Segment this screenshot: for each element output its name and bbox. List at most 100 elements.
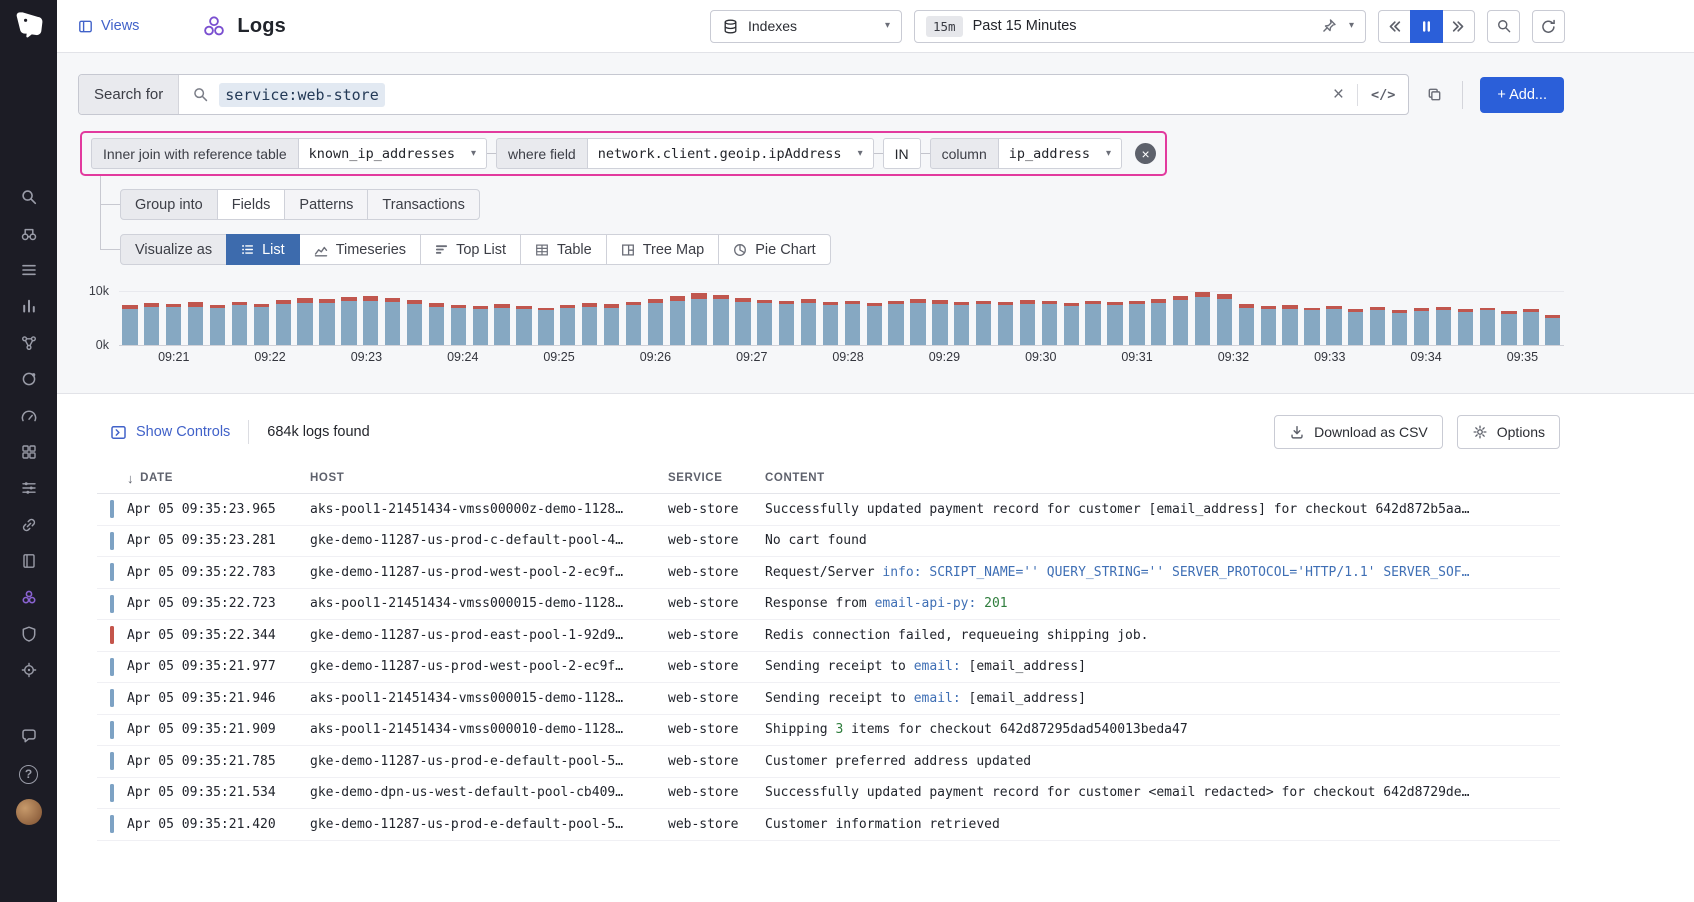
tab-fields[interactable]: Fields (217, 189, 286, 220)
table-row[interactable]: Apr 05 09:35:21.534gke-demo-dpn-us-west-… (97, 778, 1560, 810)
histogram-bar[interactable] (820, 291, 842, 345)
sidebar-item-notebooks[interactable] (0, 543, 57, 579)
histogram-bar[interactable] (185, 291, 207, 345)
sidebar-item-performance[interactable] (0, 397, 57, 433)
clear-query-button[interactable]: × (1333, 85, 1344, 104)
sidebar-item-service-map[interactable] (0, 507, 57, 543)
pause-button[interactable] (1410, 10, 1443, 43)
histogram-bar[interactable] (557, 291, 579, 345)
histogram-bar[interactable] (688, 291, 710, 345)
histogram-bar[interactable] (228, 291, 250, 345)
histogram-bar[interactable] (1126, 291, 1148, 345)
table-row[interactable]: Apr 05 09:35:22.723aks-pool1-21451434-vm… (97, 589, 1560, 621)
histogram-bar[interactable] (666, 291, 688, 345)
viz-option-table[interactable]: Table (520, 234, 607, 265)
pin-icon[interactable] (1321, 18, 1337, 34)
table-row[interactable]: Apr 05 09:35:23.965aks-pool1-21451434-vm… (97, 494, 1560, 526)
histogram-bar[interactable] (1454, 291, 1476, 345)
refresh-button[interactable] (1532, 10, 1565, 43)
fast-forward-button[interactable] (1442, 10, 1475, 43)
histogram-bar[interactable] (513, 291, 535, 345)
sidebar-item-infrastructure[interactable] (0, 434, 57, 470)
code-view-toggle[interactable]: </> (1371, 87, 1395, 103)
histogram-bar[interactable] (644, 291, 666, 345)
histogram-bar[interactable] (1235, 291, 1257, 345)
tab-transactions[interactable]: Transactions (367, 189, 479, 220)
histogram-bar[interactable] (1411, 291, 1433, 345)
histogram-bar[interactable] (1060, 291, 1082, 345)
sidebar-item-support-chat[interactable] (0, 718, 57, 754)
tab-patterns[interactable]: Patterns (284, 189, 368, 220)
histogram-bar[interactable] (1279, 291, 1301, 345)
sidebar-item-metrics[interactable] (0, 288, 57, 324)
histogram-bar[interactable] (382, 291, 404, 345)
views-button[interactable]: Views (78, 18, 139, 34)
histogram-bar[interactable] (710, 291, 732, 345)
sidebar-item-watchdog[interactable] (0, 215, 57, 251)
histogram-bar[interactable] (119, 291, 141, 345)
sidebar-item-error-tracking[interactable] (0, 652, 57, 688)
histogram-bar[interactable] (360, 291, 382, 345)
histogram-bar[interactable] (1214, 291, 1236, 345)
histogram-bar[interactable] (601, 291, 623, 345)
sidebar-item-logs[interactable] (0, 579, 57, 615)
copy-query-button[interactable] (1415, 76, 1453, 114)
histogram-bar[interactable] (1323, 291, 1345, 345)
sidebar-item-network[interactable] (0, 325, 57, 361)
chevron-down-icon[interactable]: ▾ (1349, 21, 1354, 31)
viz-option-pie-chart[interactable]: Pie Chart (718, 234, 830, 265)
histogram-bar[interactable] (1476, 291, 1498, 345)
options-button[interactable]: Options (1457, 415, 1560, 449)
histogram-bar[interactable] (1017, 291, 1039, 345)
histogram-bar[interactable] (250, 291, 272, 345)
histogram-bar[interactable] (316, 291, 338, 345)
histogram-bar[interactable] (404, 291, 426, 345)
histogram-bar[interactable] (798, 291, 820, 345)
histogram-bar[interactable] (1038, 291, 1060, 345)
histogram-bar[interactable] (1301, 291, 1323, 345)
histogram-bar[interactable] (863, 291, 885, 345)
histogram-bar[interactable] (272, 291, 294, 345)
viz-option-top-list[interactable]: Top List (420, 234, 521, 265)
zoom-button[interactable] (1487, 10, 1520, 43)
histogram-bar[interactable] (1082, 291, 1104, 345)
histogram-bar[interactable] (1148, 291, 1170, 345)
histogram-bar[interactable] (535, 291, 557, 345)
table-row[interactable]: Apr 05 09:35:21.909aks-pool1-21451434-vm… (97, 715, 1560, 747)
histogram-bar[interactable] (754, 291, 776, 345)
table-row[interactable]: Apr 05 09:35:23.281gke-demo-11287-us-pro… (97, 526, 1560, 558)
field-dropdown[interactable]: network.client.geoip.ipAddress▾ (588, 138, 874, 169)
histogram-bar[interactable] (776, 291, 798, 345)
histogram-bar[interactable] (995, 291, 1017, 345)
histogram-bar[interactable] (841, 291, 863, 345)
table-row[interactable]: Apr 05 09:35:22.783gke-demo-11287-us-pro… (97, 557, 1560, 589)
histogram-bar[interactable] (1192, 291, 1214, 345)
histogram-bar[interactable] (1432, 291, 1454, 345)
time-range-picker[interactable]: 15m Past 15 Minutes ▾ (914, 10, 1366, 43)
download-csv-button[interactable]: Download as CSV (1274, 415, 1443, 449)
sidebar-item-user[interactable] (0, 794, 57, 830)
histogram-bar[interactable] (1345, 291, 1367, 345)
histogram-bar[interactable] (1542, 291, 1564, 345)
histogram-bar[interactable] (447, 291, 469, 345)
viz-option-tree-map[interactable]: Tree Map (606, 234, 720, 265)
histogram-bar[interactable] (1389, 291, 1411, 345)
histogram-bar[interactable] (425, 291, 447, 345)
table-row[interactable]: Apr 05 09:35:21.420gke-demo-11287-us-pro… (97, 809, 1560, 841)
table-row[interactable]: Apr 05 09:35:21.977gke-demo-11287-us-pro… (97, 652, 1560, 684)
table-row[interactable]: Apr 05 09:35:22.344gke-demo-11287-us-pro… (97, 620, 1560, 652)
histogram-bar[interactable] (1498, 291, 1520, 345)
histogram-bar[interactable] (338, 291, 360, 345)
histogram-bar[interactable] (1104, 291, 1126, 345)
histogram-bar[interactable] (1520, 291, 1542, 345)
histogram-bar[interactable] (951, 291, 973, 345)
histogram-bar[interactable] (491, 291, 513, 345)
histogram-bar[interactable] (732, 291, 754, 345)
histogram-bar[interactable] (1257, 291, 1279, 345)
sidebar-item-pipelines[interactable] (0, 470, 57, 506)
histogram-bar[interactable] (622, 291, 644, 345)
show-controls-button[interactable]: Show Controls (110, 424, 230, 441)
histogram-bar[interactable] (163, 291, 185, 345)
add-query-button[interactable]: + Add... (1480, 77, 1564, 113)
search-input[interactable]: Search for service:web-store × </> (78, 74, 1409, 115)
